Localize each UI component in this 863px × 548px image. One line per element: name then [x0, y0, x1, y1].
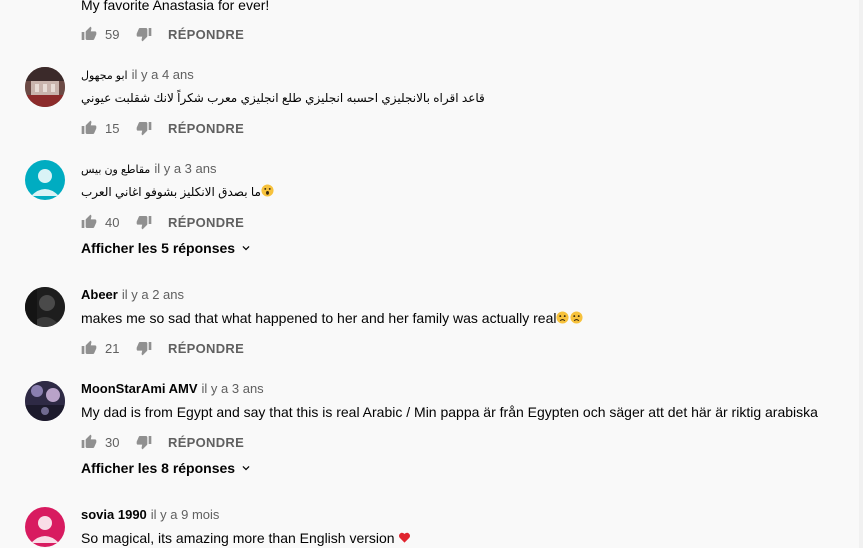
comment-header: ابو مجهول il y a 4 ans — [81, 66, 194, 85]
comment-actions: 59 RÉPONDRE — [81, 24, 244, 44]
comment-time[interactable]: il y a 9 mois — [151, 507, 220, 522]
thumb-down-icon[interactable] — [136, 120, 152, 136]
like-count: 21 — [105, 340, 120, 356]
comment-text-row: ما بصدق الانكليز بشوفو اغاني العرب — [81, 182, 274, 202]
author-name[interactable]: مقاطع ون بيس — [81, 164, 150, 176]
comment-text: قاعد اقراه بالانجليزي احسبه انجليزي طلع … — [81, 91, 485, 105]
comment-text: makes me so sad that what happened to he… — [81, 310, 557, 326]
default-avatar-icon[interactable] — [25, 160, 65, 200]
thumb-down-icon[interactable] — [136, 340, 152, 356]
comment-actions: 30 RÉPONDRE — [81, 432, 244, 452]
author-name[interactable]: sovia 1990 — [81, 507, 147, 522]
reply-button[interactable]: RÉPONDRE — [168, 341, 244, 356]
heart-emoji — [399, 532, 411, 543]
astonished-face-emoji — [261, 184, 274, 197]
worried-face-emoji — [570, 311, 584, 324]
like-count: 40 — [105, 214, 120, 230]
avatar[interactable] — [25, 67, 65, 107]
author-name[interactable]: ابو مجهول — [81, 70, 128, 82]
reply-button[interactable]: RÉPONDRE — [168, 215, 244, 230]
like-count: 59 — [105, 26, 120, 42]
author-name[interactable]: MoonStarAmi AMV — [81, 381, 198, 396]
reply-button[interactable]: RÉPONDRE — [168, 121, 244, 136]
comment-time[interactable]: il y a 4 ans — [132, 67, 194, 82]
comment-time[interactable]: il y a 3 ans — [202, 381, 264, 396]
comment-time[interactable]: il y a 3 ans — [154, 161, 216, 176]
thumb-down-icon[interactable] — [136, 214, 152, 230]
show-replies-label: Afficher les 8 réponses — [81, 460, 236, 476]
comment-actions: 15 RÉPONDRE — [81, 118, 244, 138]
avatar[interactable] — [25, 287, 65, 327]
comment-actions: 21 RÉPONDRE — [81, 338, 244, 358]
worried-face-emoji — [556, 311, 570, 324]
comment-text: My favorite Anastasia for ever! — [81, 0, 270, 13]
comment-header: Abeer il y a 2 ans — [81, 286, 184, 304]
comment-text: So magical, its amazing more than Englis… — [81, 530, 395, 546]
thumb-up-icon[interactable] — [81, 434, 97, 450]
comment-text-row: makes me so sad that what happened to he… — [81, 308, 584, 328]
like-count: 15 — [105, 120, 120, 136]
thumb-up-icon[interactable] — [81, 214, 97, 230]
thumb-up-icon[interactable] — [81, 340, 97, 356]
avatar[interactable] — [25, 381, 65, 421]
scrollbar[interactable] — [859, 0, 863, 548]
show-replies-button[interactable]: Afficher les 5 réponses — [81, 240, 253, 256]
show-replies-button[interactable]: Afficher les 8 réponses — [81, 460, 253, 476]
thumb-down-icon[interactable] — [136, 26, 152, 42]
comment-text: ما بصدق الانكليز بشوفو اغاني العرب — [81, 185, 261, 199]
comment-text: My dad is from Egypt and say that this i… — [81, 404, 818, 420]
chevron-down-icon — [242, 466, 250, 471]
reply-button[interactable]: RÉPONDRE — [168, 435, 244, 450]
thumb-up-icon[interactable] — [81, 26, 97, 42]
thumb-down-icon[interactable] — [136, 434, 152, 450]
reply-button[interactable]: RÉPONDRE — [168, 27, 244, 42]
default-avatar-icon[interactable] — [25, 507, 65, 547]
like-count: 30 — [105, 434, 120, 450]
author-name[interactable]: Abeer — [81, 287, 118, 302]
comment-actions: 40 RÉPONDRE — [81, 212, 244, 232]
chevron-down-icon — [242, 246, 250, 251]
comment-time[interactable]: il y a 2 ans — [122, 287, 184, 302]
comment-text-row: So magical, its amazing more than Englis… — [81, 528, 411, 548]
comment-header: مقاطع ون بيس il y a 3 ans — [81, 160, 216, 179]
show-replies-label: Afficher les 5 réponses — [81, 240, 236, 256]
comment-header: sovia 1990 il y a 9 mois — [81, 506, 219, 524]
comment-header: MoonStarAmi AMV il y a 3 ans — [81, 380, 264, 398]
thumb-up-icon[interactable] — [81, 120, 97, 136]
